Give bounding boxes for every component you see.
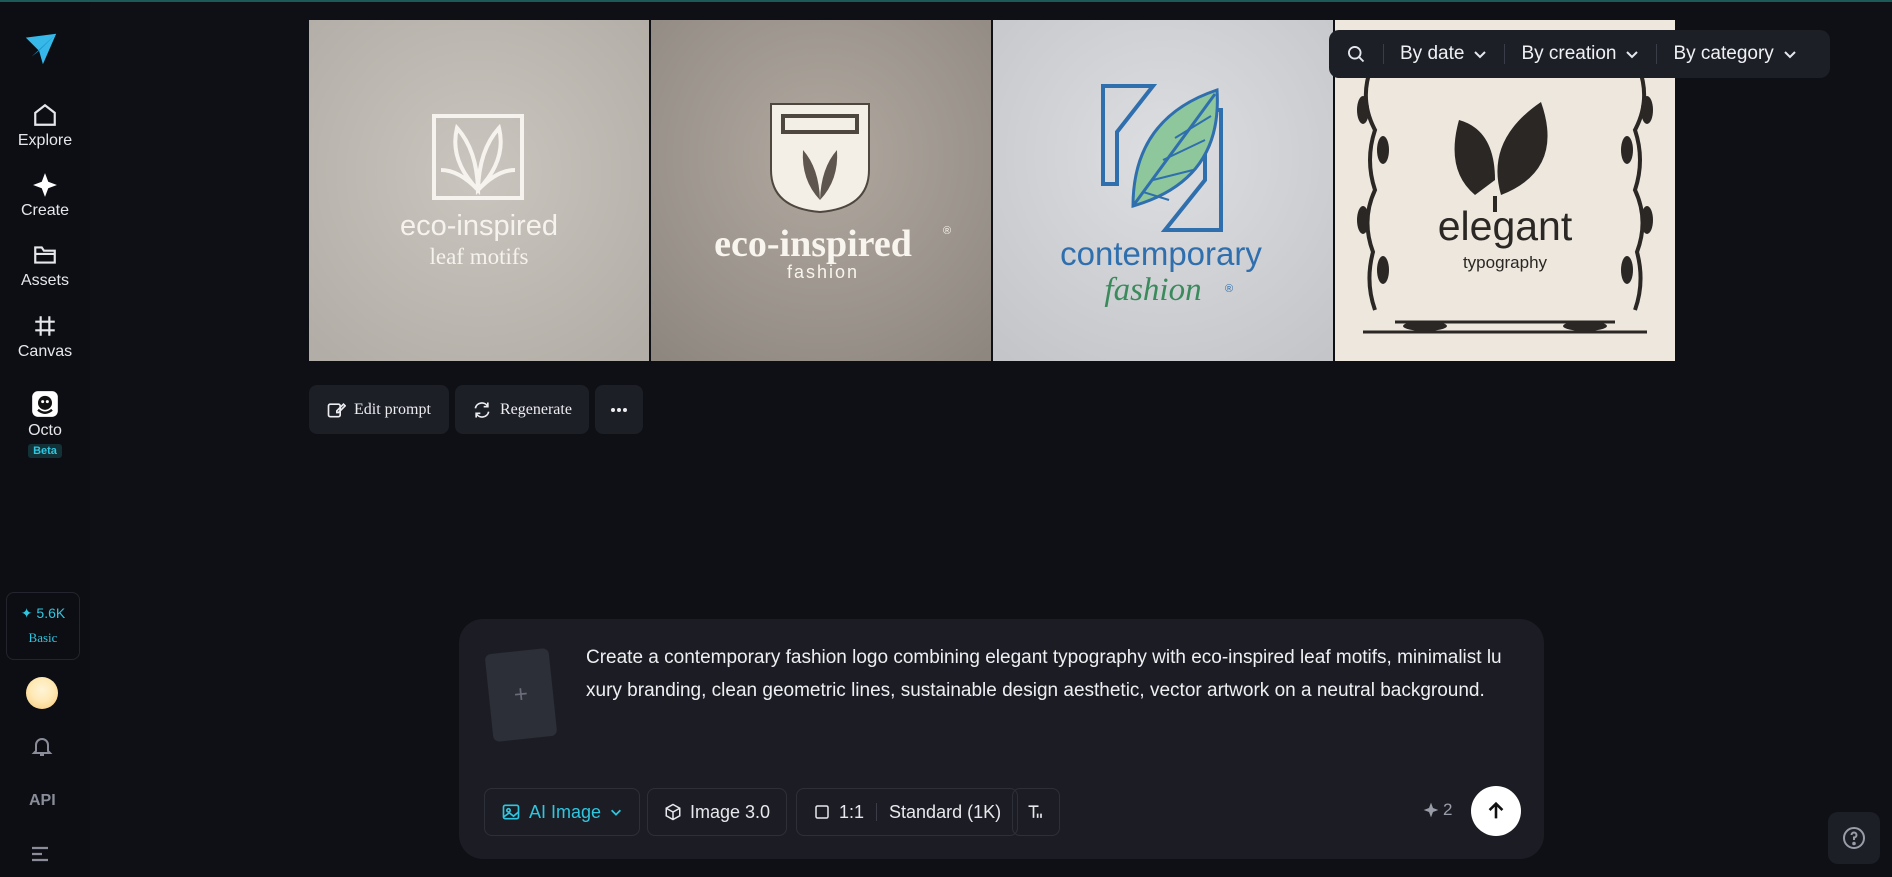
avatar[interactable] bbox=[26, 677, 58, 709]
credits-amount: ✦ 5.6K bbox=[20, 605, 66, 621]
filter-label: By date bbox=[1400, 43, 1465, 64]
sidebar-item-octo[interactable]: Octo Beta bbox=[0, 390, 90, 459]
ratio-label: 1:1 bbox=[839, 801, 865, 822]
app-logo-icon[interactable] bbox=[22, 30, 60, 68]
filter-by-creation[interactable]: By creation bbox=[1505, 30, 1656, 78]
sidebar-item-assets[interactable]: Assets bbox=[0, 242, 90, 290]
add-image-button[interactable]: + bbox=[484, 647, 558, 743]
prompt-composer: + Create a contemporary fashion logo com… bbox=[459, 619, 1544, 859]
logo-text-line1: elegant bbox=[1438, 203, 1573, 249]
text-format-icon bbox=[1028, 805, 1042, 818]
bell-icon[interactable] bbox=[30, 734, 54, 758]
search-button[interactable] bbox=[1329, 30, 1383, 78]
sidebar-item-create[interactable]: Create bbox=[0, 172, 90, 220]
sidebar-item-canvas[interactable]: Canvas bbox=[0, 313, 90, 361]
quality-label: Standard (1K) bbox=[889, 801, 1002, 822]
regenerate-label: Regenerate bbox=[500, 400, 572, 418]
logo-text-line1: eco-inspired bbox=[714, 223, 912, 265]
edit-icon bbox=[327, 402, 346, 417]
regenerate-button[interactable]: Regenerate bbox=[455, 385, 589, 434]
api-link[interactable]: API bbox=[29, 792, 56, 810]
plan-label: Basic bbox=[28, 630, 58, 645]
more-icon bbox=[611, 407, 627, 412]
sidebar: Explore Create Assets Canvas Octo Beta ✦… bbox=[0, 2, 90, 877]
chevron-down-icon bbox=[1784, 51, 1796, 59]
logo-image: eco-inspired leaf motifs bbox=[309, 20, 649, 361]
sidebar-item-label: Explore bbox=[17, 132, 73, 149]
logo-text-line1: contemporary bbox=[1060, 235, 1262, 272]
registered-mark: ® bbox=[943, 225, 951, 237]
text-style-button[interactable] bbox=[1012, 788, 1060, 836]
logo-image: eco-inspired ® fashion bbox=[651, 20, 991, 361]
folder-icon bbox=[34, 246, 56, 264]
credits-box[interactable]: ✦ 5.6K Basic bbox=[6, 592, 80, 660]
gallery-image-3[interactable]: contemporary fashion ® bbox=[993, 20, 1333, 361]
chevron-down-icon bbox=[611, 809, 622, 816]
refresh-icon bbox=[474, 401, 490, 418]
credit-cost: 2 bbox=[1423, 800, 1452, 820]
menu-icon[interactable] bbox=[30, 844, 52, 864]
prompt-input[interactable]: Create a contemporary fashion logo combi… bbox=[586, 641, 1506, 707]
filter-by-category[interactable]: By category bbox=[1657, 30, 1813, 78]
edit-prompt-label: Edit prompt bbox=[354, 400, 431, 418]
sidebar-item-label: Create bbox=[20, 202, 70, 219]
sidebar-item-label: Octo bbox=[28, 422, 62, 439]
more-options-button[interactable] bbox=[595, 385, 643, 434]
divider bbox=[876, 803, 878, 821]
logo-image: contemporary fashion ® bbox=[993, 20, 1333, 361]
sidebar-item-explore[interactable]: Explore bbox=[0, 102, 90, 150]
gallery-image-2[interactable]: eco-inspired ® fashion bbox=[651, 20, 991, 361]
cost-value: 2 bbox=[1443, 800, 1453, 819]
search-icon bbox=[1348, 46, 1365, 63]
octo-icon bbox=[32, 391, 58, 417]
registered-mark: ® bbox=[1225, 283, 1233, 295]
frame-icon bbox=[35, 316, 55, 336]
cube-icon bbox=[665, 803, 681, 821]
model-label: Image 3.0 bbox=[690, 801, 771, 822]
filter-by-date[interactable]: By date bbox=[1384, 30, 1504, 78]
logo-text-line2: fashion bbox=[787, 262, 859, 282]
logo-text-line2: fashion bbox=[1104, 272, 1201, 308]
send-button[interactable] bbox=[1471, 786, 1521, 836]
model-selector[interactable]: Image 3.0 bbox=[647, 788, 788, 836]
mode-selector[interactable]: AI Image bbox=[484, 788, 641, 836]
beta-badge: Beta bbox=[28, 444, 62, 458]
size-selector[interactable]: 1:1 Standard (1K) bbox=[796, 788, 1019, 836]
image-icon bbox=[502, 804, 520, 820]
sidebar-item-label: Canvas bbox=[17, 343, 73, 360]
sparkle-icon bbox=[33, 173, 57, 197]
home-icon bbox=[34, 103, 56, 126]
chevron-down-icon bbox=[1626, 51, 1639, 59]
gallery-image-1[interactable]: eco-inspired leaf motifs bbox=[309, 20, 649, 361]
aspect-ratio-icon bbox=[815, 805, 829, 819]
logo-text-line1: eco-inspired bbox=[400, 210, 558, 242]
logo-text-line2: typography bbox=[1463, 253, 1548, 272]
edit-prompt-button[interactable]: Edit prompt bbox=[309, 385, 449, 434]
sidebar-item-label: Assets bbox=[20, 272, 69, 289]
help-button[interactable] bbox=[1828, 812, 1880, 864]
filter-label: By creation bbox=[1521, 43, 1617, 64]
mode-label: AI Image bbox=[529, 801, 602, 822]
filter-bar: By date By creation By category bbox=[1329, 30, 1830, 78]
sparkle-icon bbox=[1423, 802, 1439, 818]
arrow-up-icon bbox=[1488, 801, 1504, 819]
chevron-down-icon bbox=[1474, 51, 1487, 59]
filter-label: By category bbox=[1673, 43, 1774, 64]
help-icon bbox=[1843, 827, 1865, 849]
logo-text-line2: leaf motifs bbox=[430, 244, 529, 269]
